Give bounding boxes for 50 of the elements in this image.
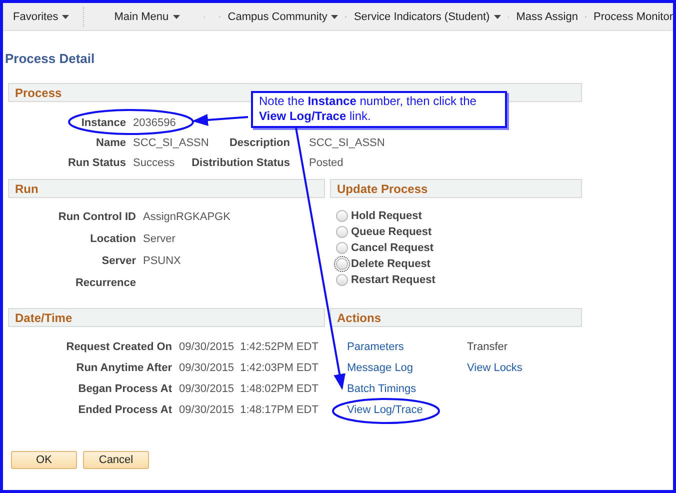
field-label: Run Status xyxy=(66,156,126,170)
action-link[interactable]: Parameters xyxy=(347,340,404,354)
field-value: 09/30/2015 1:42:03PM EDT xyxy=(179,361,320,375)
field-label: Name xyxy=(95,136,126,150)
field-label: Description xyxy=(229,136,290,150)
field-label: Instance xyxy=(80,116,126,130)
section-header: Actions xyxy=(330,308,582,327)
action-text: Transfer xyxy=(467,340,508,354)
field-value: PSUNX xyxy=(143,254,182,268)
field-label: Distribution Status xyxy=(192,156,290,170)
field-label: Run Anytime After xyxy=(75,361,172,375)
field-value: Server xyxy=(143,232,176,246)
action-link[interactable]: View Locks xyxy=(467,361,522,375)
cancel-button[interactable]: Cancel xyxy=(83,451,149,469)
nav-menu-item[interactable]: Mass Assign xyxy=(516,10,578,22)
field-label: Ended Process At xyxy=(77,403,172,417)
page-title: Process Detail xyxy=(5,51,96,68)
section-header: Date/Time xyxy=(8,308,325,327)
nav-menu-item[interactable]: Process Monitor xyxy=(594,10,673,22)
radio-option[interactable]: Cancel Request xyxy=(336,242,582,254)
action-link[interactable]: Batch Timings xyxy=(347,382,416,396)
field-value: 09/30/2015 1:48:17PM EDT xyxy=(179,403,320,417)
field-label: Recurrence xyxy=(74,276,136,290)
action-link[interactable]: View Log/Trace xyxy=(347,403,423,417)
ok-button[interactable]: OK xyxy=(11,451,77,469)
nav-menu-item[interactable]: Campus Community xyxy=(228,10,338,22)
field-label: Run Control ID xyxy=(57,210,136,224)
nav-menu-item[interactable]: Main Menu xyxy=(114,10,180,22)
field-label: Began Process At xyxy=(77,382,172,396)
field-value: AssignRGKAPGK xyxy=(143,210,232,224)
callout-note: Note the Instance number, then click the View Log/Trace link. xyxy=(251,91,507,128)
field-value: Posted xyxy=(309,156,344,170)
action-link[interactable]: Message Log xyxy=(347,361,414,375)
field-value: 09/30/2015 1:48:02PM EDT xyxy=(179,382,320,396)
radio-option[interactable]: Restart Request xyxy=(336,274,582,286)
field-value: Success xyxy=(133,156,175,170)
radio-option[interactable]: Queue Request xyxy=(336,226,582,238)
nav-menu-item[interactable]: Favorites xyxy=(13,10,70,22)
section-header: Update Process xyxy=(330,179,582,198)
nav-menu-item[interactable]: Service Indicators (Student) xyxy=(354,10,501,22)
field-label: Location xyxy=(89,232,136,246)
radio-option[interactable]: Hold Request xyxy=(336,210,582,222)
field-label: Request Created On xyxy=(65,340,172,354)
field-value: 09/30/2015 1:42:52PM EDT xyxy=(179,340,320,354)
field-value: 2036596 xyxy=(133,116,176,130)
field-value: SCC_SI_ASSN xyxy=(309,136,385,150)
section-header: Run xyxy=(8,179,325,198)
field-label: Server xyxy=(100,254,136,268)
field-value: SCC_SI_ASSN xyxy=(133,136,209,150)
radio-option[interactable]: Delete Request xyxy=(336,258,582,270)
